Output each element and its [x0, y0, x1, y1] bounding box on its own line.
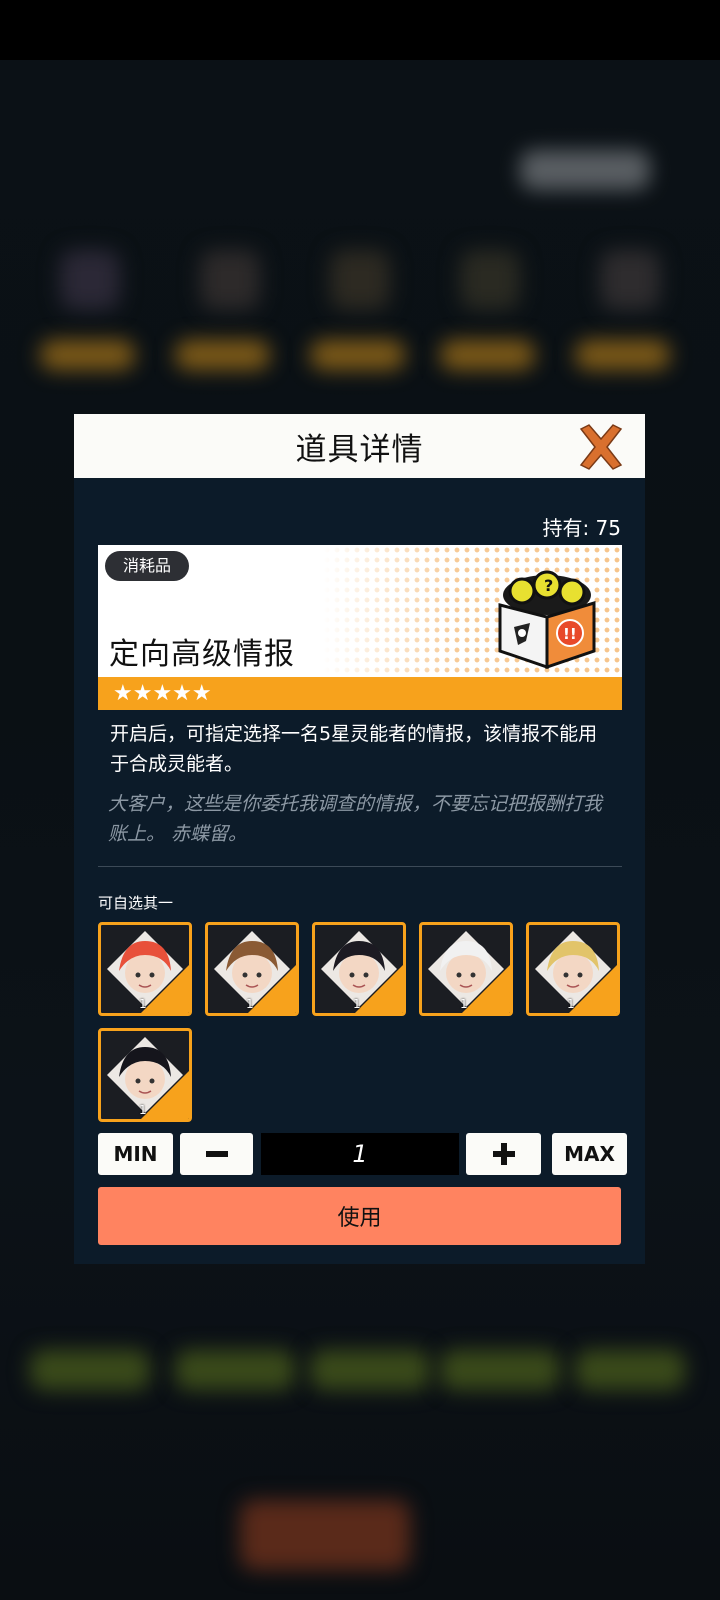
rarity-bar: ★★★★★ — [98, 677, 622, 710]
decrease-button[interactable] — [180, 1133, 253, 1175]
item-flavor-text: 大客户，这些是你委托我调查的情报，不要忘记把报酬打我账上。 赤蝶留。 — [108, 793, 603, 845]
max-button[interactable]: MAX — [552, 1133, 627, 1175]
dialog-title: 道具详情 — [295, 431, 424, 468]
close-icon — [579, 424, 623, 470]
character-option[interactable]: 1 — [98, 922, 192, 1016]
svg-text:!!: !! — [563, 625, 577, 643]
use-button[interactable]: 使用 — [98, 1187, 621, 1245]
character-option[interactable]: 1 — [312, 922, 406, 1016]
choose-one-label: 可自选其一 — [98, 894, 174, 912]
rarity-stars: ★★★★★ — [113, 681, 212, 706]
character-quantity: 1 — [460, 997, 468, 1011]
min-button[interactable]: MIN — [98, 1133, 173, 1175]
max-label: MAX — [564, 1142, 615, 1166]
character-quantity: 1 — [139, 1103, 147, 1117]
item-banner: 消耗品 定向高级情报 ? !! ★★★★★ — [98, 545, 622, 710]
character-quantity: 1 — [246, 997, 254, 1011]
increase-button[interactable] — [466, 1133, 541, 1175]
character-quantity: 1 — [567, 997, 575, 1011]
character-option[interactable]: 1 — [419, 922, 513, 1016]
item-description: 开启后，可指定选择一名5星灵能者的情报，该情报不能用于合成灵能者。 — [110, 723, 598, 775]
item-detail-dialog: 道具详情 持有: 75 消耗品 定向高级情报 ? !! ★★★★★ 开启后，可指… — [74, 414, 645, 1264]
minus-icon — [205, 1151, 228, 1157]
character-quantity: 1 — [139, 997, 147, 1011]
dialog-header: 道具详情 — [74, 414, 645, 478]
character-quantity: 1 — [353, 997, 361, 1011]
item-type-badge: 消耗品 — [105, 551, 190, 581]
held-count: 持有: 75 — [542, 516, 621, 540]
plus-icon — [492, 1143, 515, 1165]
character-option[interactable]: 1 — [526, 922, 620, 1016]
item-name: 定向高级情报 — [109, 637, 295, 672]
character-option[interactable]: 1 — [98, 1028, 192, 1122]
box-icon: ? !! — [498, 570, 596, 670]
close-button[interactable] — [575, 421, 627, 473]
divider — [98, 866, 622, 867]
character-option[interactable]: 1 — [205, 922, 299, 1016]
min-label: MIN — [113, 1142, 158, 1166]
quantity-input[interactable]: 1 — [261, 1133, 459, 1175]
status-bar — [0, 0, 720, 60]
svg-text:?: ? — [544, 576, 553, 595]
